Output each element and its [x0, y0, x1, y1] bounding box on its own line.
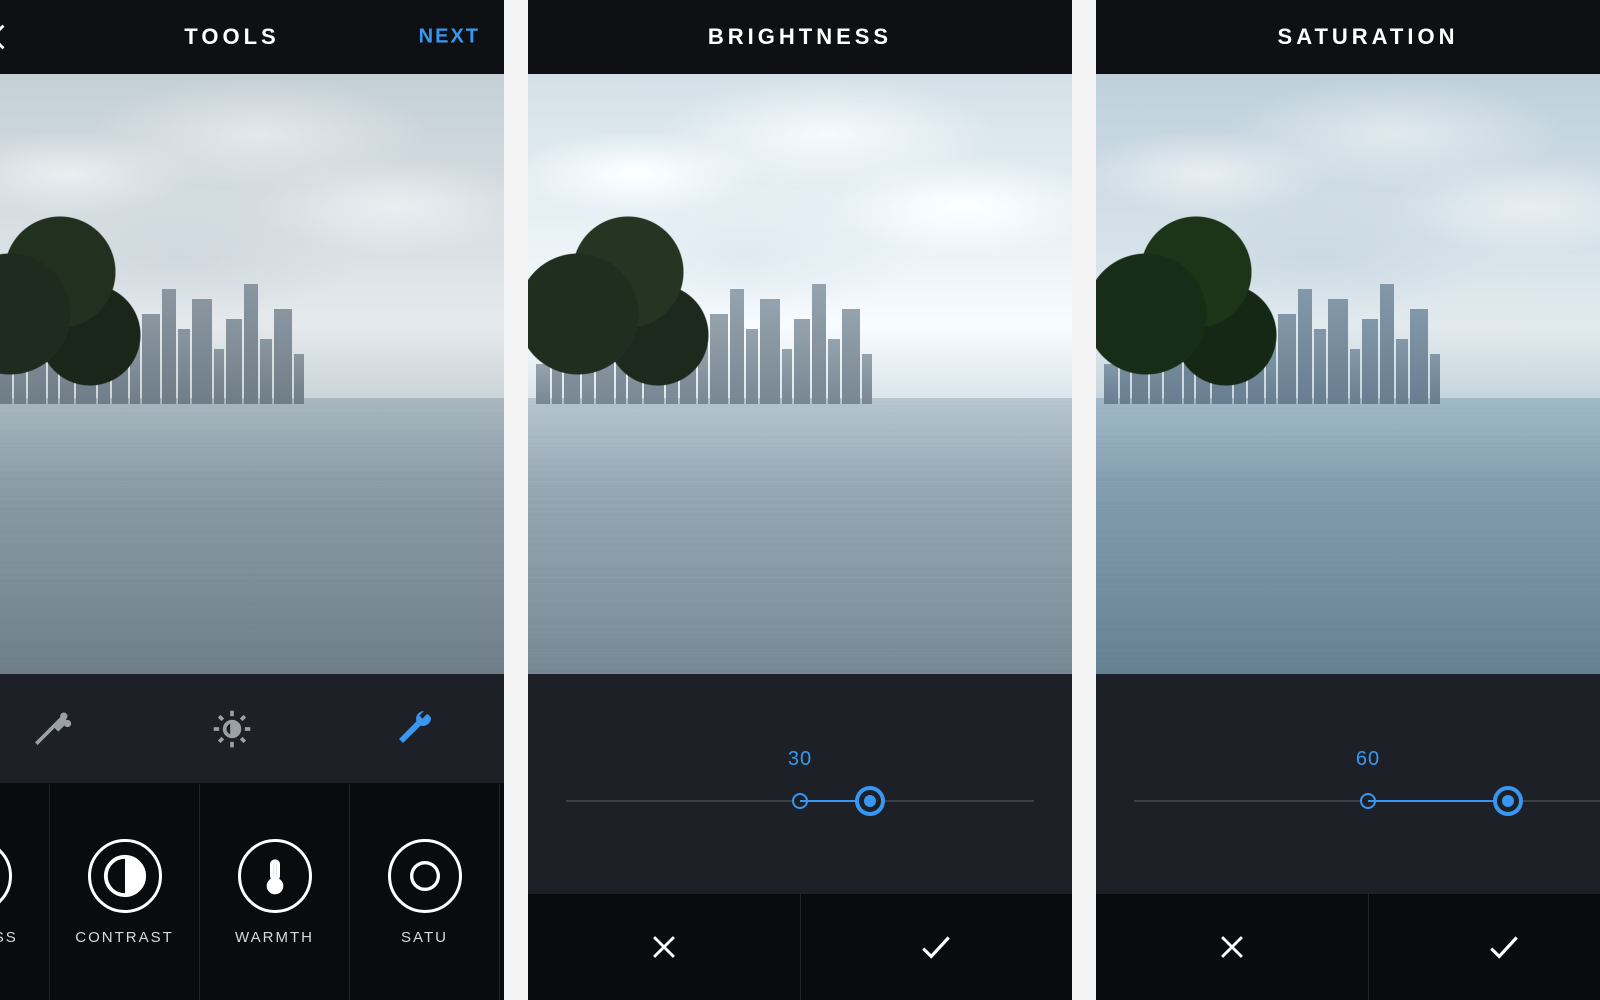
back-button[interactable] — [0, 20, 12, 54]
tool-saturation[interactable]: SATU — [350, 784, 500, 1000]
saturation-slider[interactable] — [1134, 781, 1600, 821]
check-icon — [917, 928, 955, 966]
page-title: TOOLS — [184, 24, 279, 50]
confirm-bar — [528, 894, 1072, 1000]
brightness-slider[interactable] — [566, 781, 1034, 821]
aperture-icon — [0, 839, 12, 913]
slider-thumb[interactable] — [1493, 786, 1523, 816]
slider-value-label: 60 — [1356, 748, 1380, 771]
confirm-button[interactable] — [1369, 894, 1600, 1000]
confirm-bar — [1096, 894, 1600, 1000]
slider-thumb[interactable] — [855, 786, 885, 816]
tool-brightness[interactable]: GHTNESS — [0, 784, 50, 1000]
page-title: SATURATION — [1278, 24, 1459, 50]
tool-label: GHTNESS — [0, 929, 18, 946]
screen-brightness: BRIGHTNESS 30 — [528, 0, 1072, 1000]
slider-panel: 60 — [1096, 674, 1600, 894]
tab-filters[interactable] — [27, 705, 75, 753]
close-icon — [1215, 930, 1249, 964]
header: BRIGHTNESS — [528, 0, 1072, 74]
tool-contrast[interactable]: CONTRAST — [50, 784, 200, 1000]
screen-saturation: SATURATION 60 — [1096, 0, 1600, 1000]
tool-label: CONTRAST — [75, 929, 174, 946]
next-button[interactable]: NEXT — [419, 26, 480, 49]
screen-tools: TOOLS NEXT — [0, 0, 504, 1000]
header: TOOLS NEXT — [0, 0, 504, 74]
header: SATURATION — [1096, 0, 1600, 74]
tab-tools[interactable] — [389, 705, 437, 753]
slider-panel: 30 — [528, 674, 1072, 894]
close-icon — [647, 930, 681, 964]
check-icon — [1485, 928, 1523, 966]
tool-label: WARMTH — [235, 929, 314, 946]
slider-value-label: 30 — [788, 748, 812, 771]
page-title: BRIGHTNESS — [708, 24, 892, 50]
tool-label: SATU — [401, 929, 448, 946]
confirm-button[interactable] — [801, 894, 1073, 1000]
photo-preview — [0, 74, 504, 674]
contrast-icon — [88, 839, 162, 913]
mode-tabbar — [0, 674, 504, 784]
cancel-button[interactable] — [528, 894, 801, 1000]
cancel-button[interactable] — [1096, 894, 1369, 1000]
tool-strip[interactable]: GHTNESS CONTRAST — [0, 784, 504, 1000]
tab-lux[interactable] — [208, 705, 256, 753]
photo-preview — [1096, 74, 1600, 674]
thermometer-icon — [238, 839, 312, 913]
tool-warmth[interactable]: WARMTH — [200, 784, 350, 1000]
saturation-icon — [388, 839, 462, 913]
photo-preview — [528, 74, 1072, 674]
